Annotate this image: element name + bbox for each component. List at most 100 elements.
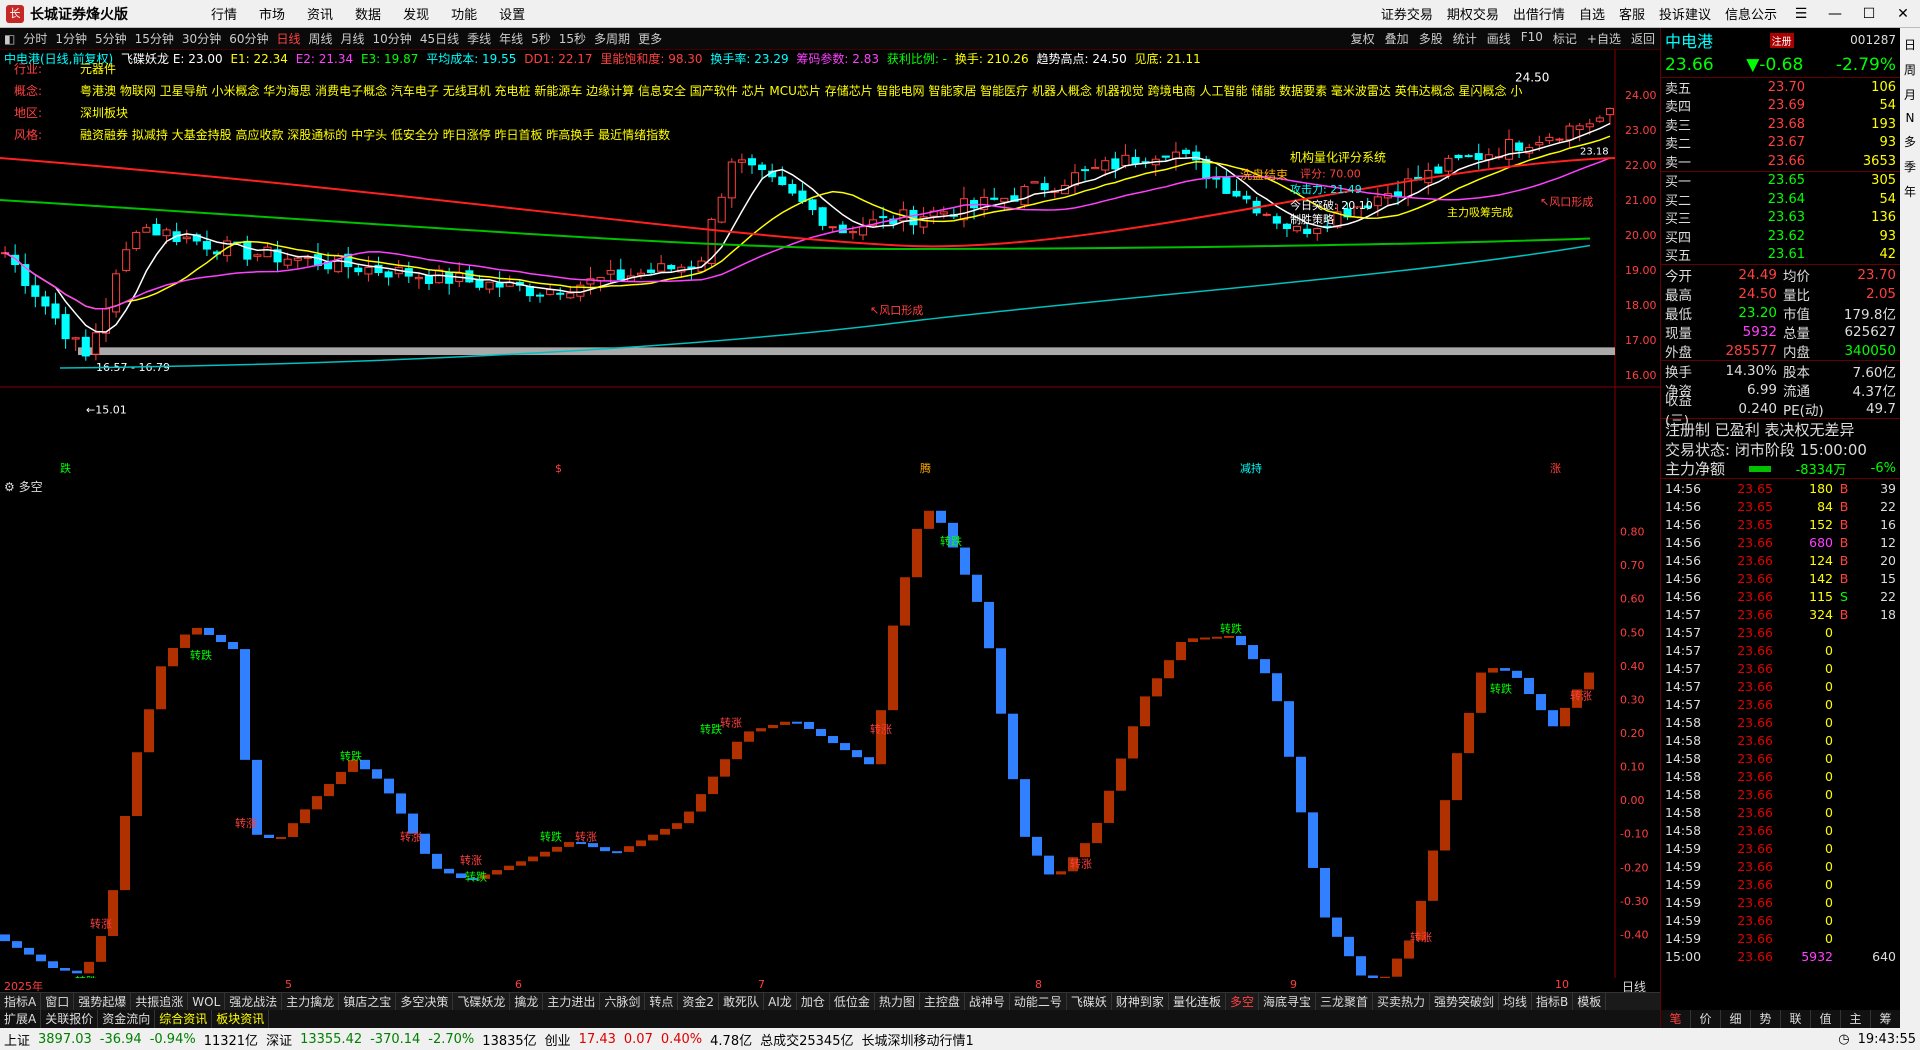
ind-tab-3[interactable]: 共振追涨 xyxy=(131,993,189,1010)
period-tab-14[interactable]: 15秒 xyxy=(559,30,586,47)
sidebar-item-3[interactable]: N xyxy=(1906,111,1915,125)
ind-tab-12[interactable]: 六脉剑 xyxy=(600,993,646,1010)
period-tab-0[interactable]: 分时 xyxy=(23,30,47,47)
chart-tool-2[interactable]: 多股 xyxy=(1419,30,1443,47)
chart-tool-8[interactable]: 返回 xyxy=(1631,30,1655,47)
top-link-0[interactable]: 证券交易 xyxy=(1381,4,1433,23)
ind-tab-31[interactable]: 均线 xyxy=(1499,993,1533,1010)
ind-tab-6[interactable]: 主力擒龙 xyxy=(282,993,340,1010)
tick-row[interactable]: 14:57 23.66 0 xyxy=(1661,659,1900,677)
sz-label[interactable]: 深证 xyxy=(266,1030,292,1049)
tick-list[interactable]: 14:56 23.65 180 B 39 14:56 23.65 84 B 22 14:56 23.6… xyxy=(1661,479,1900,965)
close-icon[interactable]: ✕ xyxy=(1886,6,1920,22)
sub-tab-3[interactable]: 综合资讯 xyxy=(155,1010,213,1028)
menu-item-1[interactable]: 市场 xyxy=(259,8,285,23)
tick-row[interactable]: 14:56 23.65 152 B 16 xyxy=(1661,515,1900,533)
cy-label[interactable]: 创业 xyxy=(545,1030,571,1049)
ind-tab-27[interactable]: 海底寻宝 xyxy=(1259,993,1316,1010)
tick-row[interactable]: 14:59 23.66 0 xyxy=(1661,911,1900,929)
maximize-icon[interactable]: ☐ xyxy=(1852,6,1886,22)
ind-tab-2[interactable]: 强势起爆 xyxy=(74,993,132,1010)
period-tab-2[interactable]: 5分钟 xyxy=(95,30,127,47)
menu-item-5[interactable]: 功能 xyxy=(451,8,477,23)
sidebar-item-1[interactable]: 周 xyxy=(1904,61,1916,78)
tick-row[interactable]: 14:57 23.66 0 xyxy=(1661,695,1900,713)
tick-row[interactable]: 14:58 23.66 0 xyxy=(1661,785,1900,803)
tick-row[interactable]: 14:57 23.66 0 xyxy=(1661,623,1900,641)
quote-tab-2[interactable]: 细 xyxy=(1721,1010,1751,1028)
tick-row[interactable]: 15:00 23.66 5932 640 xyxy=(1661,947,1900,965)
ind-tab-5[interactable]: 强龙战法 xyxy=(225,993,283,1010)
period-tab-5[interactable]: 60分钟 xyxy=(229,30,268,47)
period-tab-9[interactable]: 10分钟 xyxy=(373,30,412,47)
tick-row[interactable]: 14:58 23.66 0 xyxy=(1661,713,1900,731)
ind-tab-7[interactable]: 镇店之宝 xyxy=(339,993,397,1010)
period-tab-7[interactable]: 周线 xyxy=(309,30,333,47)
chart-tool-5[interactable]: F10 xyxy=(1521,30,1543,47)
tick-row[interactable]: 14:59 23.66 0 xyxy=(1661,929,1900,947)
tick-row[interactable]: 14:56 23.65 180 B 39 xyxy=(1661,479,1900,497)
ind-tab-32[interactable]: 指标B xyxy=(1532,993,1574,1010)
tick-row[interactable]: 14:57 23.66 0 xyxy=(1661,677,1900,695)
tick-row[interactable]: 14:59 23.66 0 xyxy=(1661,857,1900,875)
ind-tab-30[interactable]: 强势突破剑 xyxy=(1430,993,1500,1010)
chart-tool-3[interactable]: 统计 xyxy=(1453,30,1477,47)
period-tab-11[interactable]: 季线 xyxy=(467,30,491,47)
tick-row[interactable]: 14:58 23.66 0 xyxy=(1661,731,1900,749)
menu-item-2[interactable]: 资讯 xyxy=(307,8,333,23)
tick-row[interactable]: 14:58 23.66 0 xyxy=(1661,749,1900,767)
sub-tab-0[interactable]: 扩展A xyxy=(0,1010,42,1028)
sidebar-item-5[interactable]: 季 xyxy=(1904,158,1916,175)
ind-tab-9[interactable]: 飞碟妖龙 xyxy=(453,993,511,1010)
tick-row[interactable]: 14:59 23.66 0 xyxy=(1661,875,1900,893)
chart-tool-4[interactable]: 画线 xyxy=(1487,30,1511,47)
top-link-4[interactable]: 客服 xyxy=(1619,4,1645,23)
ind-tab-8[interactable]: 多空决策 xyxy=(396,993,454,1010)
tick-row[interactable]: 14:59 23.66 0 xyxy=(1661,893,1900,911)
chart-tool-0[interactable]: 复权 xyxy=(1351,30,1375,47)
ind-tab-28[interactable]: 三龙聚首 xyxy=(1316,993,1373,1010)
period-tab-6[interactable]: 日线 xyxy=(276,30,300,47)
sub-tab-2[interactable]: 资金流向 xyxy=(98,1010,156,1028)
sidebar-item-2[interactable]: 月 xyxy=(1904,86,1916,103)
chart-tool-1[interactable]: 叠加 xyxy=(1385,30,1409,47)
kline-chart[interactable]: 24.00 23.00 22.00 21.00 20.00 19.00 18.00 17.00… xyxy=(0,50,1660,478)
ind-tab-29[interactable]: 买卖热力 xyxy=(1373,993,1431,1010)
period-tab-10[interactable]: 45日线 xyxy=(420,30,459,47)
sh-label[interactable]: 上证 xyxy=(4,1030,30,1049)
top-link-5[interactable]: 投诉建议 xyxy=(1659,4,1711,23)
top-link-6[interactable]: 信息公示 xyxy=(1725,4,1777,23)
tick-row[interactable]: 14:56 23.65 84 B 22 xyxy=(1661,497,1900,515)
top-link-1[interactable]: 期权交易 xyxy=(1447,4,1499,23)
ind-tab-19[interactable]: 热力图 xyxy=(875,993,920,1010)
menu-icon[interactable]: ☰ xyxy=(1784,6,1818,22)
sidebar-item-6[interactable]: 年 xyxy=(1904,183,1916,200)
menu-item-0[interactable]: 行情 xyxy=(211,8,237,23)
sidebar-item-0[interactable]: 日 xyxy=(1904,36,1916,53)
tick-row[interactable]: 14:58 23.66 0 xyxy=(1661,821,1900,839)
ind-tab-11[interactable]: 主力进出 xyxy=(543,993,601,1010)
quote-tab-5[interactable]: 值 xyxy=(1811,1010,1841,1028)
chart-tool-6[interactable]: 标记 xyxy=(1553,30,1577,47)
period-tab-16[interactable]: 更多 xyxy=(638,30,662,47)
tick-row[interactable]: 14:58 23.66 0 xyxy=(1661,767,1900,785)
ind-tab-26[interactable]: 多空 xyxy=(1226,993,1259,1010)
quote-tab-6[interactable]: 主 xyxy=(1841,1010,1871,1028)
chart-tool-7[interactable]: +自选 xyxy=(1587,30,1621,47)
top-link-3[interactable]: 自选 xyxy=(1579,4,1605,23)
ind-tab-0[interactable]: 指标A xyxy=(0,993,42,1010)
ind-tab-20[interactable]: 主控盘 xyxy=(920,993,965,1010)
tick-row[interactable]: 14:56 23.66 124 B 20 xyxy=(1661,551,1900,569)
collapse-icon[interactable]: ◧ xyxy=(4,32,15,46)
ind-tab-24[interactable]: 财神到家 xyxy=(1112,993,1169,1010)
sidebar-item-4[interactable]: 多 xyxy=(1904,133,1916,150)
tick-row[interactable]: 14:56 23.66 142 B 15 xyxy=(1661,569,1900,587)
ind-tab-15[interactable]: 敢死队 xyxy=(719,993,765,1010)
ind-tab-22[interactable]: 动能二号 xyxy=(1010,993,1067,1010)
quote-tab-0[interactable]: 笔 xyxy=(1661,1010,1691,1028)
ind-tab-23[interactable]: 飞碟妖 xyxy=(1067,993,1112,1010)
ind-tab-13[interactable]: 转点 xyxy=(645,993,679,1010)
quote-tab-3[interactable]: 势 xyxy=(1751,1010,1781,1028)
period-tab-8[interactable]: 月线 xyxy=(341,30,365,47)
tick-row[interactable]: 14:57 23.66 324 B 18 xyxy=(1661,605,1900,623)
